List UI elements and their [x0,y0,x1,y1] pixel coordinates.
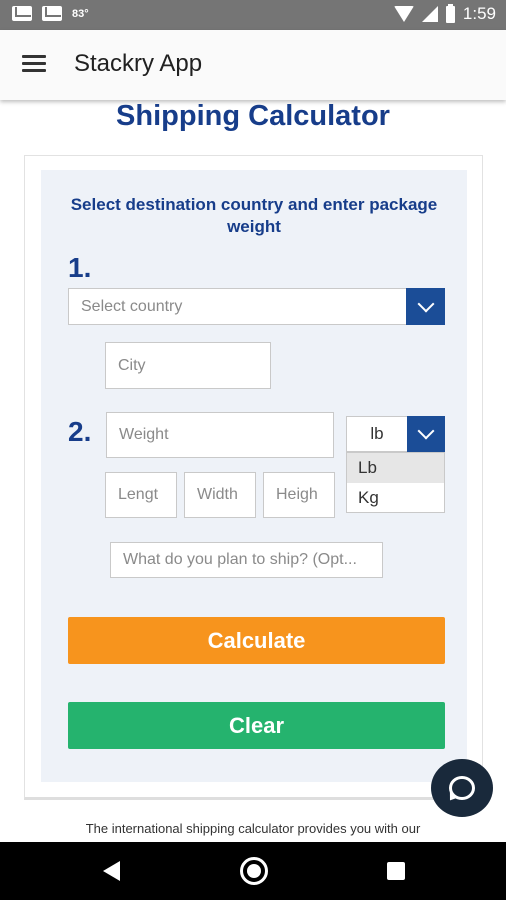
step-2-label: 2. [68,416,92,447]
home-icon[interactable] [240,857,268,885]
mail-icon [12,6,32,21]
wifi-icon [393,6,414,22]
recents-icon[interactable] [387,862,405,880]
unit-dropdown-button[interactable] [407,416,445,452]
height-input[interactable]: Heigh [263,472,335,518]
length-input[interactable]: Lengt [105,472,177,518]
mail-icon [42,6,62,21]
app-title: Stackry App [74,50,203,77]
chevron-down-icon [417,422,435,440]
page-title: Shipping Calculator [116,100,390,132]
unit-option-lb[interactable]: Lb [347,453,444,483]
width-input[interactable]: Width [184,472,256,518]
app-bar: Stackry App [0,30,506,100]
status-bar: 83° 1:59 [0,0,506,30]
city-input[interactable]: City [105,342,271,389]
chat-button[interactable] [431,759,493,817]
contents-input[interactable]: What do you plan to ship? (Opt... [110,542,383,578]
navigation-bar [0,842,506,900]
unit-dropdown-list: Lb Kg [346,452,445,513]
step-1-label: 1. [68,252,92,283]
temperature: 83° [72,7,89,20]
clear-button[interactable]: Clear [68,702,445,749]
instruction-text: Select destination country and enter pac… [70,195,438,236]
unit-select[interactable]: lb [346,416,408,452]
country-dropdown-button[interactable] [406,288,445,325]
signal-icon [421,6,438,22]
country-select[interactable]: Select country [68,288,407,325]
battery-icon [445,3,455,23]
weight-input[interactable]: Weight [106,412,334,458]
footer-text: The international shipping calculator pr… [85,821,421,836]
unit-option-kg[interactable]: Kg [347,483,444,513]
chevron-down-icon [417,295,434,312]
back-icon[interactable] [103,861,120,881]
chat-icon [449,776,475,800]
calculate-button[interactable]: Calculate [68,617,445,664]
clock: 1:59 [462,4,496,23]
menu-icon[interactable] [22,55,46,73]
